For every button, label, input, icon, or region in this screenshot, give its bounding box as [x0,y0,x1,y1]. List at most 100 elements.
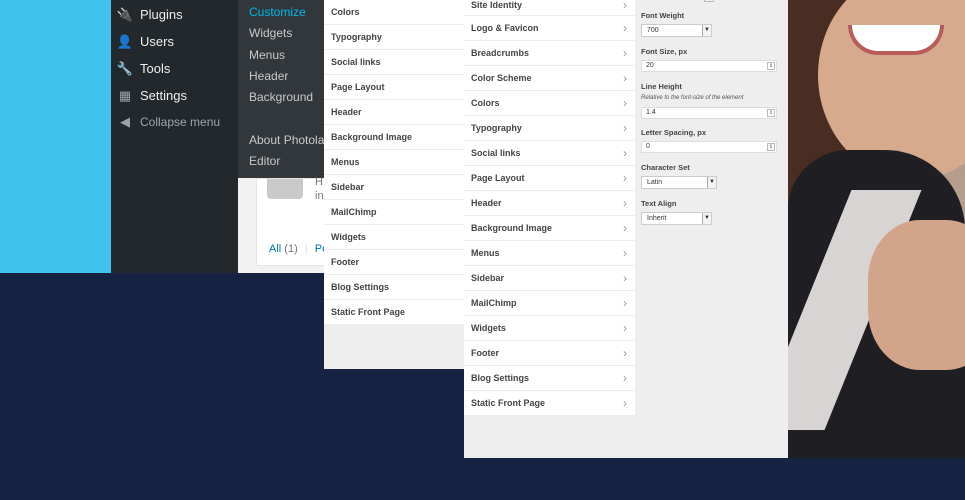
section-label: Widgets [471,323,506,333]
avatar [267,179,303,199]
section-social-links[interactable]: Social links › [464,141,635,166]
section-static-front-page[interactable]: Static Front Page [324,300,464,325]
section-label: MailChimp [471,298,517,308]
customizer-sections-list: Site Identity › Logo & Favicon › Breadcrum… [464,0,635,416]
menu-item-plugins[interactable]: 🔌 Plugins [116,6,183,23]
section-background-image[interactable]: Background Image › [464,216,635,241]
section-blog-settings[interactable]: Blog Settings › [464,366,635,391]
customizer-sections-list: Colors Typography Social links Page Layo… [324,0,464,325]
section-label: Footer [471,348,499,358]
submenu-item-header[interactable]: Header [249,69,288,83]
section-sidebar[interactable]: Sidebar › [464,266,635,291]
section-label: Blog Settings [471,373,529,383]
section-label: Header [471,198,502,208]
text-align-value: Inherit [647,215,667,222]
character-set-select[interactable]: Latin ▼ [641,176,717,189]
font-weight-select[interactable]: 700 ▼ [641,24,712,37]
section-label: Color Scheme [471,73,532,83]
section-label: Social links [471,148,521,158]
submenu-item-background[interactable]: Background [249,90,313,104]
menu-item-users[interactable]: 👤 Users [117,34,174,50]
section-typography[interactable]: Typography [324,25,464,50]
section-header[interactable]: Header › [464,191,635,216]
line-height-input[interactable]: 1.4 ⇕ [641,107,777,119]
font-size-input[interactable]: 20 ⇕ [641,60,777,72]
font-weight-label: Font Weight [641,11,685,20]
select-stub[interactable] [704,0,714,2]
section-colors[interactable]: Colors [324,0,464,25]
text-align-select[interactable]: Inherit ▼ [641,212,712,225]
chevron-right-icon: › [623,71,627,85]
section-background-image[interactable]: Background Image [324,125,464,150]
collapse-menu-button[interactable]: ◀ Collapse menu [118,114,221,129]
section-label: Menus [471,248,500,258]
section-label: Sidebar [471,273,505,283]
filter-all-link[interactable]: All [269,243,281,255]
chevron-right-icon: › [623,96,627,110]
section-footer[interactable]: Footer › [464,341,635,366]
chevron-right-icon: › [623,121,627,135]
menu-item-settings[interactable]: ▦ Settings [118,88,187,104]
character-set-label: Character Set [641,163,690,172]
section-mailchimp[interactable]: MailChimp › [464,291,635,316]
section-static-front-page[interactable]: Static Front Page › [464,391,635,416]
menu-item-label: Plugins [140,7,183,22]
chevron-right-icon: › [623,246,627,260]
woman-photo [788,0,965,458]
section-mailchimp[interactable]: MailChimp [324,200,464,225]
section-blog-settings[interactable]: Blog Settings [324,275,464,300]
section-site-identity[interactable]: Site Identity › [464,0,635,16]
submenu-item-about[interactable]: About Photolab [249,133,331,147]
collapse-menu-label: Collapse menu [140,115,221,129]
section-label: Logo & Favicon [471,23,539,33]
section-menus[interactable]: Menus › [464,241,635,266]
chevron-down-icon: ▼ [707,177,716,188]
chevron-right-icon: › [623,196,627,210]
section-footer[interactable]: Footer [324,250,464,275]
section-page-layout[interactable]: Page Layout [324,75,464,100]
line-height-value: 1.4 [646,109,656,116]
menu-item-label: Settings [140,88,187,103]
line-height-description: Relative to the font-size of the element [641,95,744,101]
collapse-icon: ◀ [120,114,130,129]
section-header[interactable]: Header [324,100,464,125]
submenu-item-customize[interactable]: Customize [249,5,306,19]
filter-all-count: (1) [284,243,298,255]
spinner-icon[interactable]: ⇕ [767,62,775,70]
spinner-icon[interactable]: ⇕ [767,109,775,117]
section-menus[interactable]: Menus [324,150,464,175]
menu-item-label: Users [140,34,174,49]
section-typography[interactable]: Typography › [464,116,635,141]
spinner-icon[interactable]: ⇕ [767,143,775,151]
section-label: Breadcrumbs [471,48,530,58]
section-widgets[interactable]: Widgets [324,225,464,250]
menu-item-label: Tools [140,61,171,76]
section-breadcrumbs[interactable]: Breadcrumbs › [464,41,635,66]
section-social-links[interactable]: Social links [324,50,464,75]
menu-item-tools[interactable]: 🔧 Tools [117,61,171,77]
section-label: Page Layout [471,173,525,183]
section-label: Colors [471,98,500,108]
plugin-icon: 🔌 [116,6,134,22]
submenu-item-editor[interactable]: Editor [249,154,280,168]
chevron-right-icon: › [623,0,627,12]
admin-content-area: H in All (1) | Pen [238,176,336,273]
line-height-label: Line Height [641,82,682,91]
chevron-right-icon: › [623,46,627,60]
section-widgets[interactable]: Widgets › [464,316,635,341]
chevron-right-icon: › [623,346,627,360]
submenu-item-widgets[interactable]: Widgets [249,26,292,40]
section-logo-favicon[interactable]: Logo & Favicon › [464,16,635,41]
letter-spacing-input[interactable]: 0 ⇕ [641,141,777,153]
section-colors[interactable]: Colors › [464,91,635,116]
chevron-right-icon: › [623,21,627,35]
section-sidebar[interactable]: Sidebar [324,175,464,200]
chevron-down-icon: ▼ [702,213,711,224]
section-page-layout[interactable]: Page Layout › [464,166,635,191]
font-weight-value: 700 [647,27,659,34]
chevron-right-icon: › [623,221,627,235]
submenu-item-menus[interactable]: Menus [249,48,285,62]
font-size-value: 20 [646,62,654,69]
section-color-scheme[interactable]: Color Scheme › [464,66,635,91]
divider: | [304,243,308,255]
